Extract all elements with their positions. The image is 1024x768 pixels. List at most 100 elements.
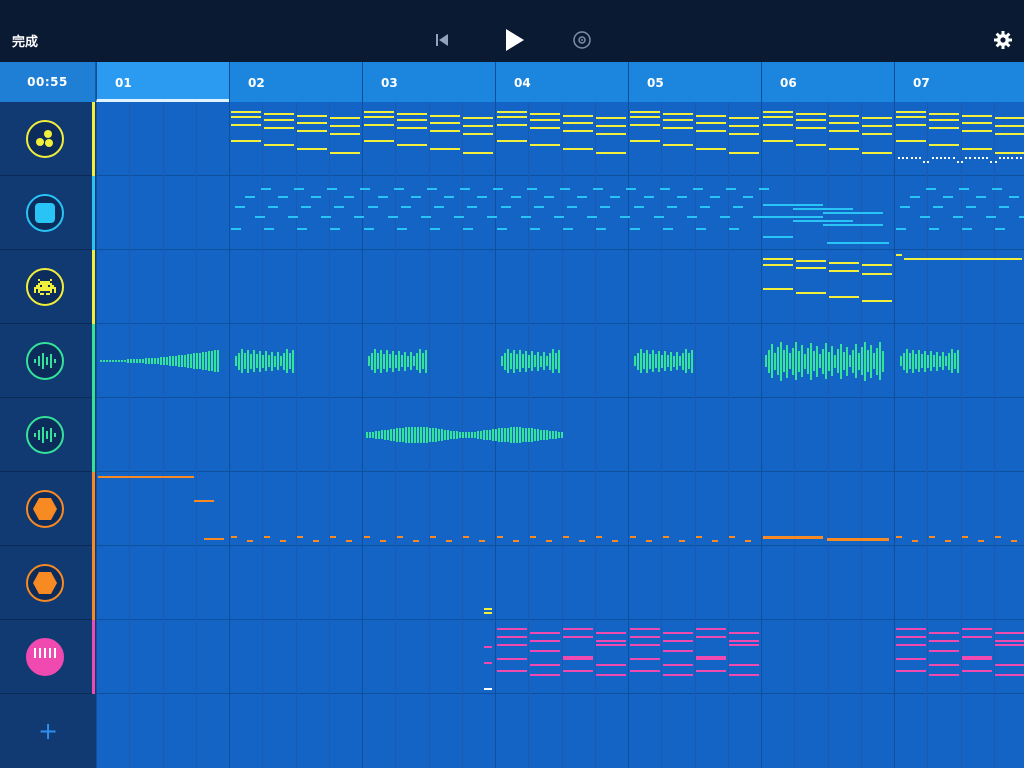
pattern-clip[interactable] (229, 102, 362, 176)
pattern-clip[interactable] (761, 102, 894, 176)
square-icon[interactable] (26, 194, 64, 232)
pattern-clip[interactable] (628, 472, 761, 546)
pattern-clip[interactable] (761, 472, 894, 546)
note (929, 119, 959, 121)
pattern-clip[interactable] (495, 324, 628, 398)
note (430, 122, 460, 124)
pattern-clip[interactable] (229, 176, 370, 250)
waveform-bar (501, 428, 503, 442)
pattern-clip[interactable] (362, 620, 495, 694)
track-header-keys[interactable] (0, 620, 96, 694)
pattern-clip[interactable] (362, 546, 495, 620)
play-icon[interactable] (500, 26, 528, 54)
note (231, 111, 261, 113)
piano-icon[interactable] (26, 638, 64, 676)
waveform-bar (377, 353, 379, 369)
track-color-stripe (92, 620, 95, 694)
invader-icon[interactable] (26, 268, 64, 306)
pattern-clip[interactable] (761, 324, 894, 398)
note (411, 196, 421, 198)
add-track-button[interactable]: + (0, 694, 96, 768)
waveform-icon[interactable] (26, 342, 64, 380)
pattern-clip[interactable] (362, 176, 503, 250)
track-header-arcade[interactable] (0, 250, 96, 324)
note (663, 632, 693, 634)
pattern-clip[interactable] (362, 472, 495, 546)
pattern-clip[interactable] (761, 250, 894, 324)
track-header-audio-2[interactable] (0, 398, 96, 472)
track-header-drums[interactable] (0, 102, 96, 176)
pattern-clip[interactable] (894, 472, 1024, 546)
note (906, 157, 909, 159)
waveform-bar (495, 428, 497, 442)
bar-marker-06[interactable]: 06 (761, 62, 894, 102)
note (563, 628, 593, 630)
pattern-clip[interactable] (362, 102, 495, 176)
track-header-audio-1[interactable] (0, 324, 96, 398)
note (330, 228, 340, 230)
waveform-bar (801, 345, 803, 377)
note (454, 216, 464, 218)
waveform-icon[interactable] (26, 416, 64, 454)
pattern-clip[interactable] (495, 176, 636, 250)
skip-back-icon[interactable] (428, 26, 456, 54)
bar-marker-02[interactable]: 02 (229, 62, 362, 102)
bar-marker-03[interactable]: 03 (362, 62, 495, 102)
pattern-clip[interactable] (495, 472, 628, 546)
gear-icon[interactable] (989, 26, 1017, 54)
track-header-bass-2[interactable] (0, 546, 96, 620)
note (912, 540, 918, 542)
pattern-clip[interactable] (628, 324, 761, 398)
pattern-clip[interactable] (96, 472, 229, 546)
note (663, 119, 693, 121)
dots-icon[interactable] (26, 120, 64, 158)
track-color-stripe (92, 324, 95, 398)
bar-marker-04[interactable]: 04 (495, 62, 628, 102)
waveform-bar (405, 427, 407, 443)
waveform-bar (265, 351, 267, 371)
waveform-bar (813, 351, 815, 371)
note (929, 113, 959, 115)
pattern-clip[interactable] (628, 102, 761, 176)
note (726, 188, 736, 190)
note (463, 152, 493, 154)
empty-lane[interactable] (96, 694, 1024, 768)
bar-marker-05[interactable]: 05 (628, 62, 761, 102)
pattern-clip[interactable] (894, 250, 1022, 324)
pattern-clip[interactable] (229, 472, 362, 546)
pattern-clip[interactable] (495, 102, 628, 176)
arrangement-grid[interactable] (96, 102, 1024, 768)
pattern-clip[interactable] (628, 176, 769, 250)
hexagon-icon[interactable] (26, 490, 64, 528)
record-icon[interactable] (568, 26, 596, 54)
note (986, 216, 996, 218)
pattern-clip[interactable] (362, 398, 572, 472)
note (397, 144, 427, 146)
track-header-synth[interactable] (0, 176, 96, 250)
pattern-clip[interactable] (894, 324, 1024, 398)
pattern-clip[interactable] (761, 176, 894, 250)
bar-marker-07[interactable]: 07 (894, 62, 1024, 102)
waveform-bar (235, 356, 237, 366)
hexagon-icon[interactable] (26, 564, 64, 602)
pattern-clip[interactable] (96, 324, 229, 398)
waveform-bar (945, 356, 947, 366)
note (999, 206, 1009, 208)
pattern-clip[interactable] (229, 324, 362, 398)
pattern-clip[interactable] (362, 324, 495, 398)
note (935, 157, 938, 159)
pattern-clip[interactable] (495, 620, 628, 694)
bar-marker-01[interactable]: 01 (96, 62, 229, 102)
bar-ruler[interactable]: 00:55 01 02 03 04 05 06 07 (0, 62, 1024, 102)
note (368, 206, 378, 208)
pattern-clip[interactable] (894, 102, 1024, 176)
waveform-bar (676, 352, 678, 370)
track-lane-bass-2[interactable] (96, 546, 1024, 620)
done-button[interactable]: 完成 (12, 31, 38, 50)
track-header-bass[interactable] (0, 472, 96, 546)
pattern-clip[interactable] (894, 620, 1024, 694)
pattern-clip[interactable] (628, 620, 761, 694)
note (388, 216, 398, 218)
pattern-clip[interactable] (894, 176, 1024, 250)
note (546, 540, 552, 542)
